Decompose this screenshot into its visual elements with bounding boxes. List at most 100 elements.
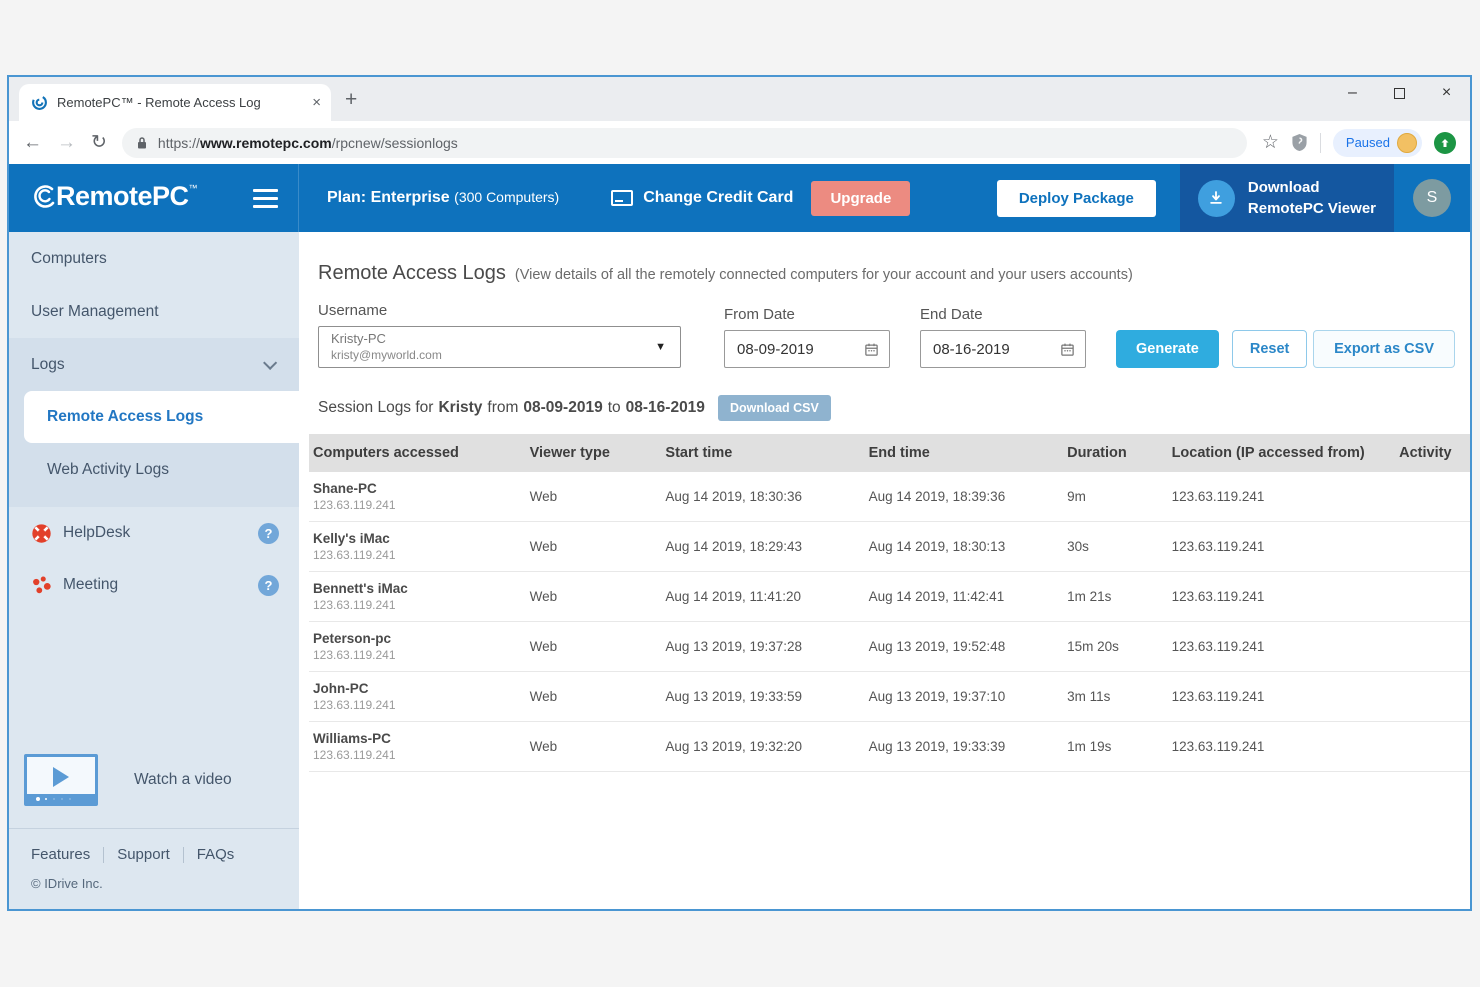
plan-label: Plan: Enterprise [327, 189, 450, 206]
sidebar-item-web-activity-logs[interactable]: Web Activity Logs [9, 445, 299, 495]
profile-avatar-icon [1397, 133, 1417, 153]
username-label: Username [318, 302, 681, 319]
sync-paused-chip[interactable]: Paused [1333, 129, 1422, 157]
select-caret-icon: ▼ [655, 341, 666, 353]
page-subtitle: (View details of all the remotely connec… [515, 267, 1133, 283]
sidebar-item-logs[interactable]: Logs [9, 338, 299, 391]
session-from-date: 08-09-2019 [523, 399, 602, 417]
sidebar-item-helpdesk[interactable]: HelpDesk ? [9, 507, 299, 559]
forward-icon[interactable]: → [57, 132, 76, 154]
maximize-button[interactable] [1376, 77, 1423, 109]
username-value-email: kristy@myworld.com [331, 348, 655, 363]
change-credit-card-label: Change Credit Card [643, 189, 793, 207]
chevron-down-icon [263, 355, 277, 369]
meeting-dots-icon [31, 575, 52, 596]
url-input[interactable]: https://www.remotepc.com/rpcnew/sessionl… [122, 128, 1247, 158]
watch-video-link[interactable]: Watch a video [9, 738, 299, 824]
plan-info: Plan: Enterprise (300 Computers) [327, 189, 559, 207]
sidebar-item-meeting[interactable]: Meeting ? [9, 559, 299, 611]
url-text: https://www.remotepc.com/rpcnew/sessionl… [158, 135, 458, 151]
from-date-label: From Date [724, 306, 890, 323]
reload-icon[interactable]: ↻ [91, 131, 107, 154]
logo-area: RemotePC ™ [9, 164, 299, 232]
back-icon[interactable]: ← [23, 132, 42, 154]
tab-close-icon[interactable]: × [312, 94, 321, 111]
col-viewer-type: Viewer type [530, 445, 666, 461]
features-link[interactable]: Features [31, 846, 90, 863]
logo-text: RemotePC [56, 181, 189, 212]
table-row: Peterson-pc123.63.119.241 Web Aug 13 201… [309, 622, 1470, 672]
deploy-package-button[interactable]: Deploy Package [997, 180, 1156, 217]
export-csv-button[interactable]: Export as CSV [1313, 330, 1455, 368]
browser-update-icon[interactable] [1434, 132, 1456, 154]
sidebar-item-computers[interactable]: Computers [9, 232, 299, 285]
download-viewer-button[interactable]: Download RemotePC Viewer [1180, 164, 1394, 232]
sidebar-bottom: Watch a video Features Support FAQs © ID… [9, 738, 299, 909]
calendar-icon [864, 342, 879, 357]
session-user: Kristy [438, 399, 482, 417]
col-activity: Activity [1399, 445, 1469, 461]
sidebar-item-user-management[interactable]: User Management [9, 285, 299, 338]
generate-button[interactable]: Generate [1116, 330, 1219, 368]
col-start-time: Start time [665, 445, 868, 461]
new-tab-button[interactable]: + [345, 88, 357, 112]
download-viewer-label: Download RemotePC Viewer [1248, 177, 1376, 219]
from-date-input[interactable]: 08-09-2019 [724, 330, 890, 368]
address-bar-actions: ☆ Paused [1262, 129, 1456, 157]
table-header-row: Computers accessed Viewer type Start tim… [309, 434, 1470, 472]
calendar-icon [1060, 342, 1075, 357]
main-content: Remote Access Logs (View details of all … [299, 232, 1470, 909]
col-duration: Duration [1067, 445, 1171, 461]
sidebar-logs-group: Logs Remote Access Logs Web Activity Log… [9, 338, 299, 507]
menu-hamburger-icon[interactable] [253, 189, 278, 208]
sidebar: Computers User Management Logs Remote Ac… [9, 232, 299, 909]
tab-title: RemotePC™ - Remote Access Log [57, 95, 303, 110]
table-row: John-PC123.63.119.241 Web Aug 13 2019, 1… [309, 672, 1470, 722]
helpdesk-help-icon[interactable]: ? [258, 523, 279, 544]
table-row: Shane-PC123.63.119.241 Web Aug 14 2019, … [309, 472, 1470, 522]
credit-card-icon [611, 190, 633, 206]
url-scheme: https:// [158, 135, 200, 151]
remotepc-logo[interactable]: RemotePC ™ [31, 181, 198, 215]
session-summary: Session Logs for Kristy from 08-09-2019 … [318, 395, 1470, 421]
app-header: RemotePC ™ Plan: Enterprise (300 Compute… [9, 164, 1470, 232]
bookmark-star-icon[interactable]: ☆ [1262, 131, 1279, 154]
watch-video-label: Watch a video [134, 771, 232, 789]
change-credit-card-link[interactable]: Change Credit Card [611, 189, 793, 207]
remotepc-favicon [31, 94, 48, 111]
sidebar-item-remote-access-logs[interactable]: Remote Access Logs [24, 391, 299, 443]
col-end-time: End time [869, 445, 1068, 461]
table-row: Williams-PC123.63.119.241 Web Aug 13 201… [309, 722, 1470, 772]
download-icon [1198, 180, 1235, 217]
close-window-button[interactable]: × [1423, 77, 1470, 109]
minimize-button[interactable]: – [1329, 77, 1376, 109]
toolbar-divider [1320, 133, 1321, 153]
user-avatar[interactable]: S [1413, 179, 1451, 217]
sidebar-footer-links: Features Support FAQs [9, 829, 299, 863]
copyright-text: © IDrive Inc. [9, 863, 299, 909]
table-row: Bennett's iMac123.63.119.241 Web Aug 14 … [309, 572, 1470, 622]
remotepc-page: RemotePC ™ Plan: Enterprise (300 Compute… [9, 164, 1470, 909]
maximize-icon [1394, 88, 1405, 99]
download-csv-button[interactable]: Download CSV [718, 395, 831, 421]
upgrade-button[interactable]: Upgrade [811, 181, 910, 216]
tab-strip: RemotePC™ - Remote Access Log × + – × [9, 77, 1470, 121]
support-link[interactable]: Support [117, 846, 170, 863]
browser-window: RemotePC™ - Remote Access Log × + – × ← … [7, 75, 1472, 911]
meeting-help-icon[interactable]: ? [258, 575, 279, 596]
browser-tab[interactable]: RemotePC™ - Remote Access Log × [19, 84, 331, 121]
extension-shield-icon[interactable] [1291, 133, 1308, 152]
col-computers-accessed: Computers accessed [309, 445, 530, 461]
session-to-date: 08-16-2019 [626, 399, 705, 417]
logo-trademark: ™ [189, 183, 198, 193]
url-path: /rpcnew/sessionlogs [332, 135, 458, 151]
lock-icon [136, 136, 148, 150]
logs-table: Computers accessed Viewer type Start tim… [309, 434, 1470, 772]
paused-label: Paused [1346, 135, 1390, 150]
reset-button[interactable]: Reset [1232, 330, 1308, 368]
end-date-input[interactable]: 08-16-2019 [920, 330, 1086, 368]
faqs-link[interactable]: FAQs [197, 846, 235, 863]
plan-detail: (300 Computers) [454, 189, 559, 205]
username-select[interactable]: Kristy-PC kristy@myworld.com ▼ [318, 326, 681, 368]
address-bar: ← → ↻ https://www.remotepc.com/rpcnew/se… [9, 121, 1470, 164]
